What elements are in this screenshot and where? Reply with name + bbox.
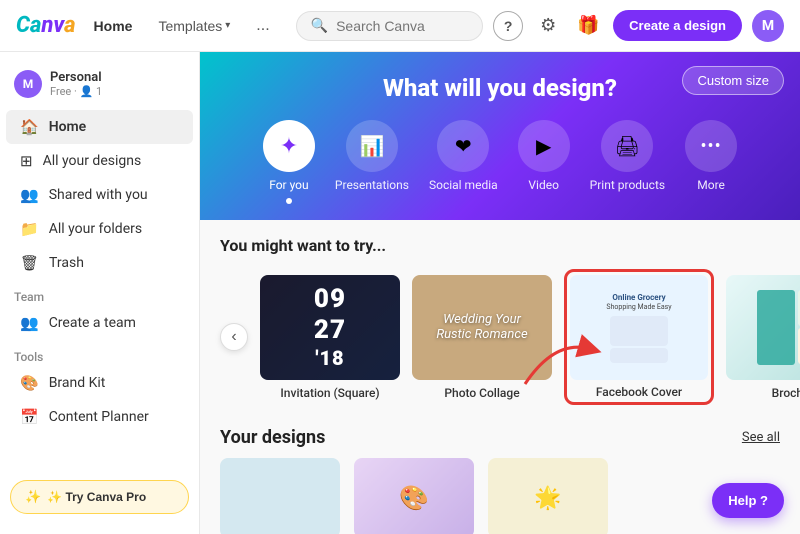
red-arrow-annotation	[515, 329, 605, 393]
hero-icons-row: ✦ For you 📊 Presentations ❤ Social media…	[263, 120, 737, 204]
main-layout: M Personal Free · 👤 1 🏠 Home ⊞ All your …	[0, 52, 800, 534]
your-designs-header: Your designs See all	[200, 413, 800, 458]
hero-icon-for-you[interactable]: ✦ For you	[263, 120, 315, 204]
try-section: You might want to try... ‹ 09 27 '18 Inv…	[200, 220, 800, 413]
help-icon-button[interactable]: ?	[493, 11, 523, 41]
hero-icon-video[interactable]: ▶ Video	[518, 120, 570, 192]
presentations-label: Presentations	[335, 178, 409, 192]
more-label: More	[697, 178, 725, 192]
social-media-circle: ❤	[437, 120, 489, 172]
your-designs-title: Your designs	[220, 427, 325, 448]
sidebar: M Personal Free · 👤 1 🏠 Home ⊞ All your …	[0, 52, 200, 534]
card-brochure[interactable]: ❤ Health Brochure	[726, 275, 800, 400]
logo[interactable]: Canva	[16, 13, 76, 38]
design-card-2[interactable]: 🎨	[354, 458, 474, 534]
search-bar: 🔍	[296, 11, 484, 41]
cards-row: ‹ 09 27 '18 Invitation (Square) Wedding …	[220, 269, 780, 405]
user-plan: Free · 👤 1	[50, 85, 102, 98]
content-planner-icon: 📅	[20, 408, 39, 426]
home-icon: 🏠	[20, 118, 39, 136]
sidebar-item-shared[interactable]: 👥 Shared with you	[6, 178, 193, 212]
card-invitation[interactable]: 09 27 '18 Invitation (Square)	[260, 275, 400, 400]
prev-arrow-button[interactable]: ‹	[220, 323, 248, 351]
trash-icon: 🗑	[20, 254, 39, 272]
for-you-circle: ✦	[263, 120, 315, 172]
invitation-thumbnail: 09 27 '18	[260, 275, 400, 380]
print-label: Print products	[590, 178, 665, 192]
print-circle: 🖨	[601, 120, 653, 172]
user-section: M Personal Free · 👤 1	[0, 62, 199, 110]
sidebar-item-folders[interactable]: 📁 All your folders	[6, 212, 193, 246]
user-avatar: M	[14, 70, 42, 98]
header: Canva Home Templates ▾ ... 🔍 ? ⚙ 🎁 Creat…	[0, 0, 800, 52]
brochure-thumbnail: ❤ Health	[726, 275, 800, 380]
design-card-1[interactable]	[220, 458, 340, 534]
templates-nav-button[interactable]: Templates ▾	[150, 12, 238, 40]
invitation-label: Invitation (Square)	[260, 386, 400, 400]
help-button[interactable]: Help ?	[712, 483, 784, 518]
user-name: Personal	[50, 70, 102, 85]
design-card-3[interactable]: 🌟	[488, 458, 608, 534]
hero-icon-social-media[interactable]: ❤ Social media	[429, 120, 498, 192]
see-all-link[interactable]: See all	[742, 430, 780, 445]
sidebar-item-trash[interactable]: 🗑 Trash	[6, 246, 193, 280]
avatar[interactable]: M	[752, 10, 784, 42]
for-you-label: For you	[269, 178, 308, 192]
brochure-label: Brochure	[726, 386, 800, 400]
your-designs-section: Your designs See all 🎨 🌟	[200, 413, 800, 534]
home-nav-button[interactable]: Home	[86, 12, 141, 40]
video-circle: ▶	[518, 120, 570, 172]
active-indicator	[286, 198, 292, 204]
sidebar-item-create-team[interactable]: 👥 Create a team	[6, 306, 193, 340]
hero-title: What will you design?	[383, 74, 617, 102]
sidebar-item-content-planner[interactable]: 📅 Content Planner	[6, 400, 193, 434]
content-area: Custom size What will you design? ✦ For …	[200, 52, 800, 534]
create-design-button[interactable]: Create a design	[613, 10, 742, 41]
team-section-label: Team	[0, 280, 199, 306]
hero-icon-more[interactable]: ••• More	[685, 120, 737, 192]
sidebar-item-brand-kit[interactable]: 🎨 Brand Kit	[6, 366, 193, 400]
brand-kit-icon: 🎨	[20, 374, 39, 392]
team-icon: 👥	[20, 314, 39, 332]
star-icon: ✨	[25, 489, 41, 505]
try-canva-pro-button[interactable]: ✨ ✨ Try Canva Pro	[10, 480, 189, 514]
hero-icon-print-products[interactable]: 🖨 Print products	[590, 120, 665, 192]
grid-icon: ⊞	[20, 152, 33, 170]
header-icons: ? ⚙ 🎁 Create a design M	[493, 10, 784, 42]
shared-icon: 👥	[20, 186, 39, 204]
hero-icon-presentations[interactable]: 📊 Presentations	[335, 120, 409, 192]
sidebar-item-home[interactable]: 🏠 Home	[6, 110, 193, 144]
social-media-label: Social media	[429, 178, 498, 192]
try-section-title: You might want to try...	[220, 236, 780, 255]
video-label: Video	[528, 178, 559, 192]
settings-icon-button[interactable]: ⚙	[533, 11, 563, 41]
gift-icon-button[interactable]: 🎁	[573, 11, 603, 41]
more-circle: •••	[685, 120, 737, 172]
search-icon: 🔍	[311, 18, 328, 34]
presentations-circle: 📊	[346, 120, 398, 172]
tools-section-label: Tools	[0, 340, 199, 366]
chevron-down-icon: ▾	[225, 20, 230, 31]
custom-size-button[interactable]: Custom size	[682, 66, 784, 95]
designs-row: 🎨 🌟	[200, 458, 800, 534]
folder-icon: 📁	[20, 220, 39, 238]
more-nav-button[interactable]: ...	[248, 13, 277, 39]
hero-banner: Custom size What will you design? ✦ For …	[200, 52, 800, 220]
sidebar-item-all-designs[interactable]: ⊞ All your designs	[6, 144, 193, 178]
search-input[interactable]	[336, 18, 468, 34]
